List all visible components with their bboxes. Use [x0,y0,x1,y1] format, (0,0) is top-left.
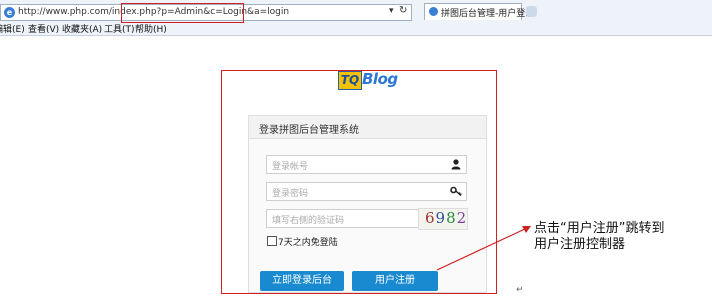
refresh-icon[interactable]: ↻ [399,5,407,16]
username-placeholder: 登录帐号 [272,162,309,172]
user-icon [451,159,461,170]
logo-text: Blog [362,70,398,88]
browser-logo-icon: e [4,7,15,18]
menu-tools[interactable]: 工具(T) [104,22,135,35]
dropdown-arrow-icon[interactable]: ▾ [389,6,394,16]
captcha-digit-4: 2 [456,209,468,227]
remember-me[interactable]: 7天之内免登陆 [267,235,338,248]
paragraph-mark-icon: ↵ [516,285,524,295]
tab-favicon-icon [429,7,438,16]
captcha-text: 6982 [425,209,467,227]
tab-title: 拼图后台管理-用户登录 [441,9,535,19]
browser-toolbar: e http://www.php.com/index.php?p=Admin&c… [0,0,712,36]
login-button[interactable]: 立即登录后台 [260,271,344,291]
remember-label: 7天之内免登陆 [278,238,338,248]
new-tab-button[interactable] [526,6,537,17]
password-placeholder: 登录密码 [272,189,309,199]
menu-edit[interactable]: 编辑(E) [0,22,25,35]
password-input[interactable]: 登录密码 [266,182,467,201]
captcha-digit-2: 9 [435,209,447,227]
remember-checkbox[interactable] [267,236,277,246]
login-panel: 登录拼图后台管理系统 [248,115,487,293]
captcha-input[interactable]: 填写右侧的验证码 [266,209,420,228]
username-input[interactable]: 登录帐号 [266,155,467,174]
captcha-digit-1: 6 [425,209,436,227]
menu-favorites[interactable]: 收藏夹(A) [62,22,102,35]
url-query-highlight [121,3,244,23]
address-bar[interactable]: e http://www.php.com/index.php?p=Admin&c… [0,3,412,23]
annotation-line-1: 点击“用户注册”跳转到 [534,221,665,236]
logo-badge: TQ [338,71,362,90]
browser-tab[interactable]: 拼图后台管理-用户登录 [424,3,534,20]
menu-view[interactable]: 查看(V) [28,22,59,35]
captcha-image[interactable]: 6982 [418,208,468,230]
menu-help[interactable]: 帮助(H) [135,22,167,35]
panel-header: 登录拼图后台管理系统 [249,116,486,139]
annotation-text: 点击“用户注册”跳转到 用户注册控制器 [534,221,664,253]
annotation-line-2: 用户注册控制器 [534,237,626,252]
register-button[interactable]: 用户注册 [352,271,438,291]
panel-title: 登录拼图后台管理系统 [259,125,359,136]
key-icon [450,186,462,197]
captcha-digit-3: 8 [446,209,457,227]
captcha-placeholder: 填写右侧的验证码 [272,216,345,226]
